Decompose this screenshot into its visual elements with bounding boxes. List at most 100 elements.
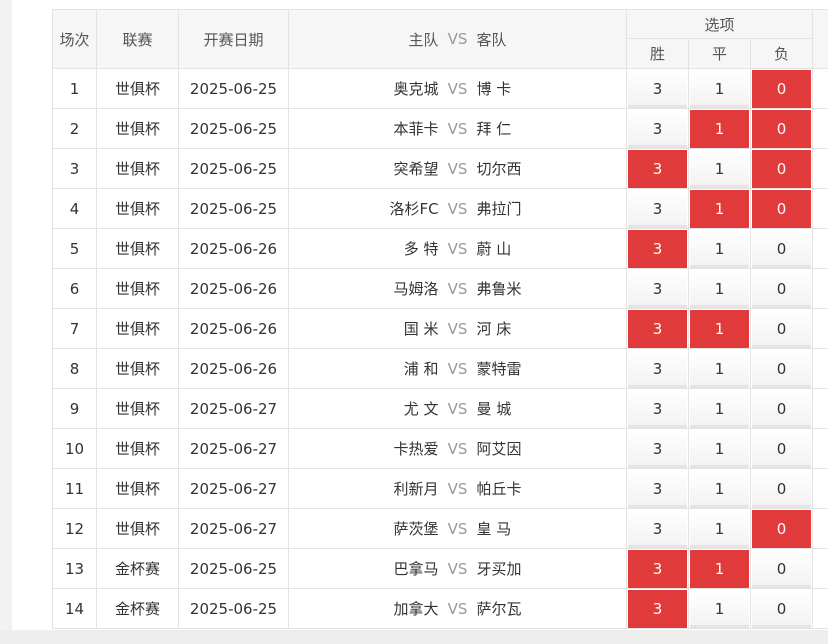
home-team: 多 特 xyxy=(403,240,439,258)
away-team: 弗鲁米 xyxy=(476,280,522,298)
header-league: 联赛 xyxy=(96,9,179,69)
option-win-button[interactable]: 3 xyxy=(628,109,687,148)
teams-cell: 本菲卡 VS 拜 仁 xyxy=(288,108,627,149)
vs-label: VS xyxy=(447,279,468,298)
option-win-button[interactable]: 3 xyxy=(628,389,687,428)
option-draw-button[interactable]: 1 xyxy=(690,429,749,468)
option-win-button[interactable]: 3 xyxy=(628,309,687,348)
league-name: 金杯赛 xyxy=(96,548,179,589)
match-no: 4 xyxy=(52,188,97,229)
match-no: 3 xyxy=(52,148,97,189)
option-win-button[interactable]: 3 xyxy=(628,509,687,548)
away-team: 河 床 xyxy=(476,320,512,338)
vs-label: VS xyxy=(447,479,468,498)
match-date: 2025-06-27 xyxy=(178,508,289,549)
option-cell-draw: 1 xyxy=(688,148,751,189)
option-draw-button[interactable]: 1 xyxy=(690,389,749,428)
extra-cell xyxy=(812,188,828,229)
away-team: 牙买加 xyxy=(476,560,522,578)
home-team: 马姆洛 xyxy=(393,280,439,298)
option-draw-button[interactable]: 1 xyxy=(690,589,749,628)
match-date: 2025-06-26 xyxy=(178,348,289,389)
option-cell-draw: 1 xyxy=(688,228,751,269)
match-date: 2025-06-25 xyxy=(178,68,289,109)
option-lose-button[interactable]: 0 xyxy=(752,149,812,188)
option-lose-button[interactable]: 0 xyxy=(752,69,812,108)
option-draw-button[interactable]: 1 xyxy=(690,509,749,548)
option-draw-button[interactable]: 1 xyxy=(690,349,749,388)
option-lose-button[interactable]: 0 xyxy=(752,309,812,348)
table-row: 13 金杯赛 2025-06-25 巴拿马 VS 牙买加 3 1 0 xyxy=(52,548,828,589)
option-lose-button[interactable]: 0 xyxy=(752,269,812,308)
vs-label: VS xyxy=(447,199,468,218)
home-team: 卡热爱 xyxy=(393,440,439,458)
match-date: 2025-06-25 xyxy=(178,148,289,189)
option-lose-button[interactable]: 0 xyxy=(752,189,812,228)
option-lose-button[interactable]: 0 xyxy=(752,389,812,428)
option-draw-button[interactable]: 1 xyxy=(690,149,749,188)
option-win-button[interactable]: 3 xyxy=(628,69,687,108)
table-row: 11 世俱杯 2025-06-27 利新月 VS 帕丘卡 3 1 0 xyxy=(52,468,828,509)
option-win-button[interactable]: 3 xyxy=(628,429,687,468)
match-no: 1 xyxy=(52,68,97,109)
league-name: 世俱杯 xyxy=(96,148,179,189)
match-no: 7 xyxy=(52,308,97,349)
option-lose-button[interactable]: 0 xyxy=(752,429,812,468)
option-win-button[interactable]: 3 xyxy=(628,149,687,188)
header-date: 开赛日期 xyxy=(178,9,289,69)
option-draw-button[interactable]: 1 xyxy=(690,469,749,508)
option-cell-win: 3 xyxy=(626,388,689,429)
option-win-button[interactable]: 3 xyxy=(628,549,687,588)
table-row: 9 世俱杯 2025-06-27 尤 文 VS 曼 城 310 xyxy=(52,388,828,429)
option-lose-button[interactable]: 0 xyxy=(752,589,812,628)
match-date: 2025-06-26 xyxy=(178,228,289,269)
option-win-button[interactable]: 3 xyxy=(628,469,687,508)
option-win-button[interactable]: 3 xyxy=(628,229,687,268)
vs-label: VS xyxy=(447,359,468,378)
option-lose-button[interactable]: 0 xyxy=(752,469,812,508)
header-home: 主队 xyxy=(408,30,439,49)
option-lose-button[interactable]: 0 xyxy=(752,549,812,588)
match-no: 12 xyxy=(52,508,97,549)
option-cell-lose: 0 xyxy=(749,508,814,549)
table-row: 14 金杯赛 2025-06-25 加拿大 VS 萨尔瓦 3 1 0 xyxy=(52,588,828,629)
option-win-button[interactable]: 3 xyxy=(628,349,687,388)
option-win-button[interactable]: 3 xyxy=(628,189,687,228)
option-cell-draw: 1 xyxy=(688,308,751,349)
home-team: 奥克城 xyxy=(393,80,439,98)
league-name: 世俱杯 xyxy=(96,388,179,429)
option-draw-button[interactable]: 1 xyxy=(690,269,749,308)
home-team: 突希望 xyxy=(393,160,439,178)
option-cell-lose: 0 xyxy=(749,588,814,629)
home-team: 浦 和 xyxy=(403,360,439,378)
option-cell-win: 3 xyxy=(626,268,689,309)
option-draw-button[interactable]: 1 xyxy=(690,549,749,588)
option-draw-button[interactable]: 1 xyxy=(690,309,749,348)
option-cell-lose: 0 xyxy=(749,348,814,389)
option-win-button[interactable]: 3 xyxy=(628,589,687,628)
teams-cell: 浦 和 VS 蒙特雷 xyxy=(288,348,627,389)
bottom-bar xyxy=(0,630,828,644)
extra-cell xyxy=(812,228,828,269)
option-cell-lose: 0 xyxy=(749,468,814,509)
league-name: 世俱杯 xyxy=(96,428,179,469)
option-lose-button[interactable]: 0 xyxy=(752,229,812,268)
option-draw-button[interactable]: 1 xyxy=(690,109,749,148)
header-extra xyxy=(812,9,828,69)
teams-cell: 利新月 VS 帕丘卡 xyxy=(288,468,627,509)
option-draw-button[interactable]: 1 xyxy=(690,229,749,268)
option-draw-button[interactable]: 1 xyxy=(690,189,749,228)
option-cell-win: 3 xyxy=(626,428,689,469)
extra-cell xyxy=(812,388,828,429)
teams-cell: 加拿大 VS 萨尔瓦 xyxy=(288,588,627,629)
option-lose-button[interactable]: 0 xyxy=(752,349,812,388)
match-date: 2025-06-25 xyxy=(178,548,289,589)
teams-cell: 洛杉FC VS 弗拉门 xyxy=(288,188,627,229)
option-cell-win: 3 xyxy=(626,108,689,149)
option-lose-button[interactable]: 0 xyxy=(752,109,812,148)
option-lose-button[interactable]: 0 xyxy=(752,509,812,548)
option-win-button[interactable]: 3 xyxy=(628,269,687,308)
option-cell-lose: 0 xyxy=(749,108,814,149)
vs-label: VS xyxy=(447,79,468,98)
option-draw-button[interactable]: 1 xyxy=(690,69,749,108)
